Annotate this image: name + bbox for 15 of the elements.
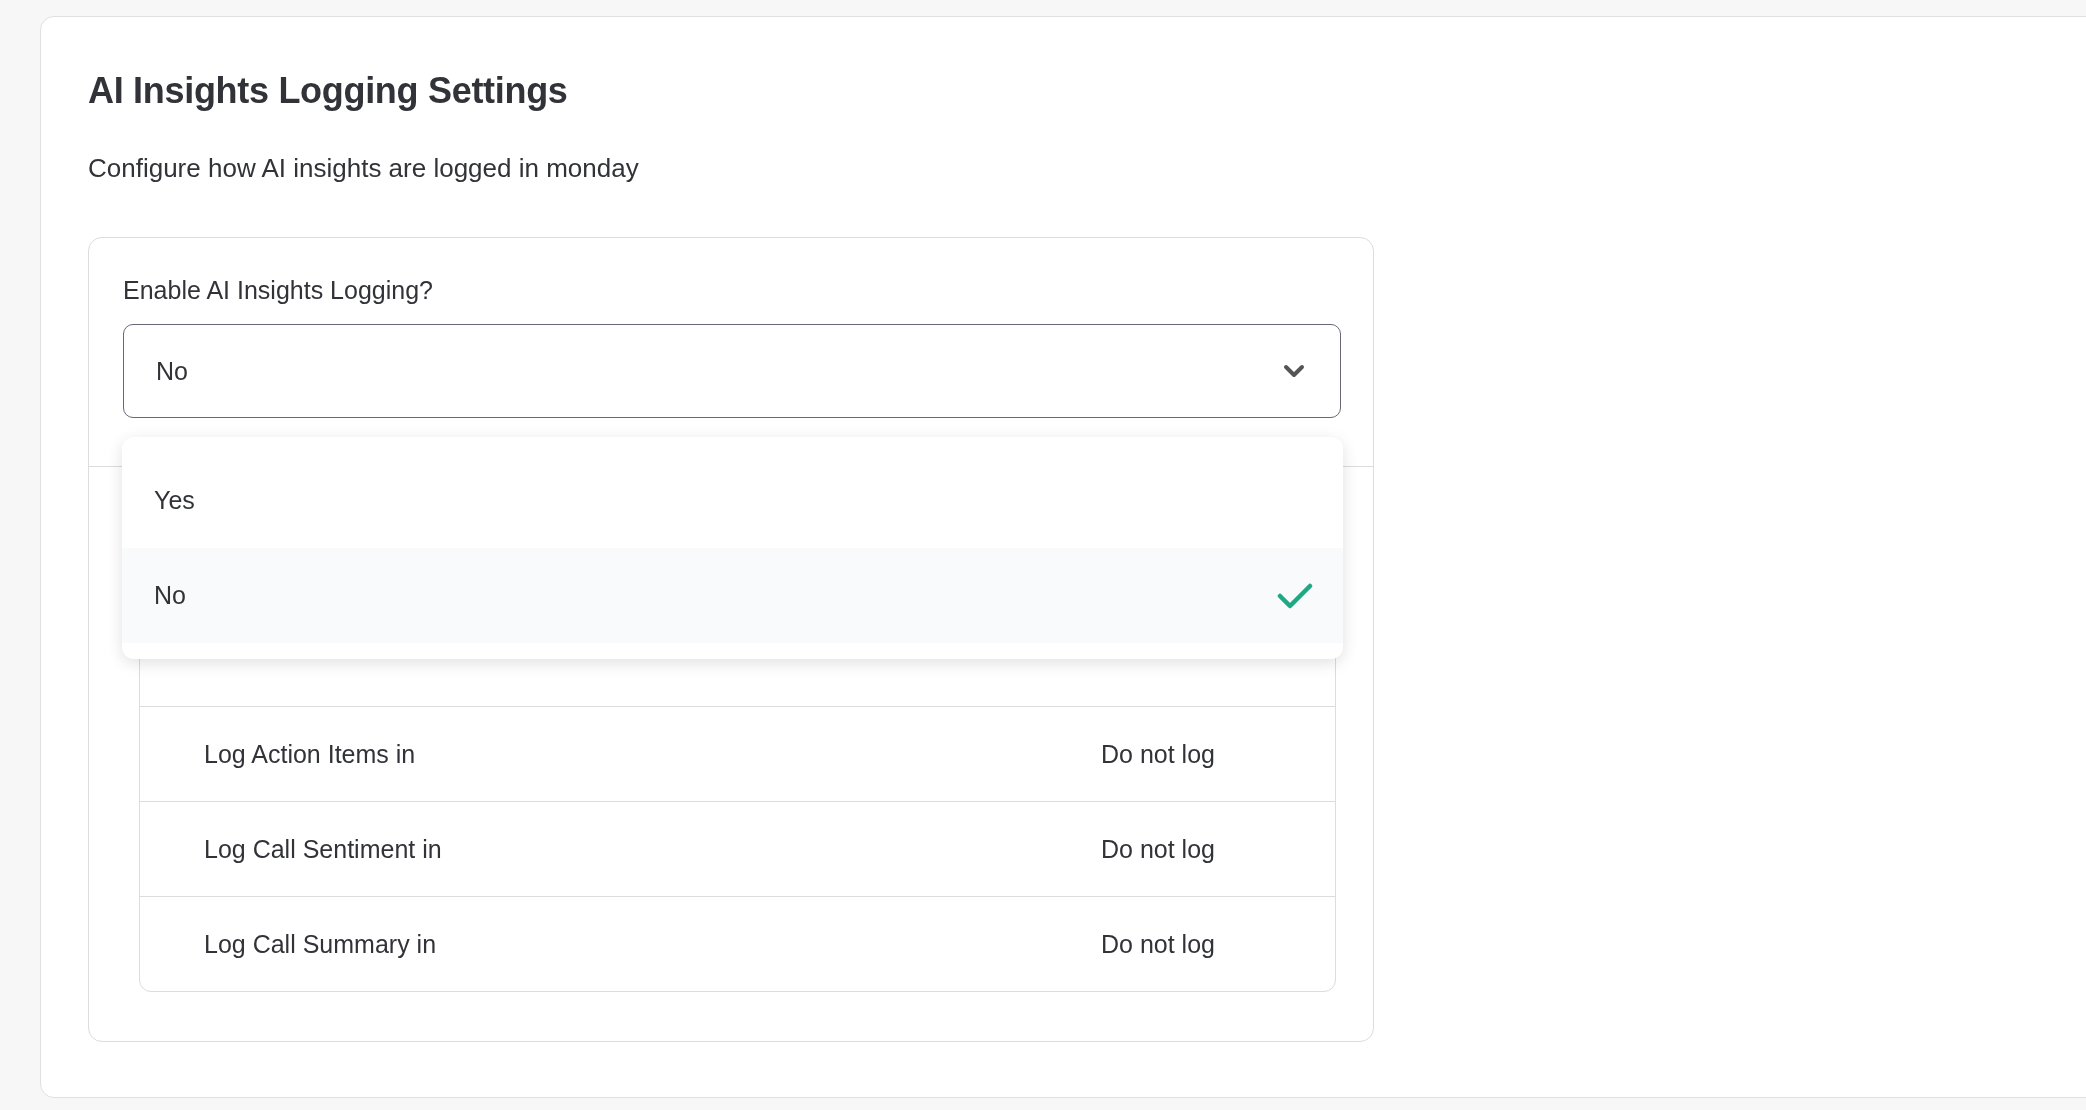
dropdown-option[interactable]: No (122, 548, 1343, 643)
row-label: Log Call Sentiment in (203, 834, 443, 864)
row-label: Log Call Summary in (203, 929, 438, 959)
dropdown-value: No (156, 356, 188, 386)
row-value: Do not log (1101, 739, 1216, 769)
chevron-down-icon (1283, 364, 1305, 378)
dropdown-option[interactable]: Yes (122, 453, 1343, 548)
field-label: Enable AI Insights Logging? (123, 275, 434, 306)
dropdown-field[interactable]: No (123, 324, 1341, 418)
row-value: Do not log (1101, 929, 1216, 959)
checkmark-icon (1277, 581, 1313, 610)
row-label: Log Action Items in (203, 739, 417, 769)
page-description: Configure how AI insights are logged in monday (88, 152, 640, 185)
page-title: AI Insights Logging Settings (88, 69, 569, 113)
row-value: Do not log (1101, 834, 1216, 864)
